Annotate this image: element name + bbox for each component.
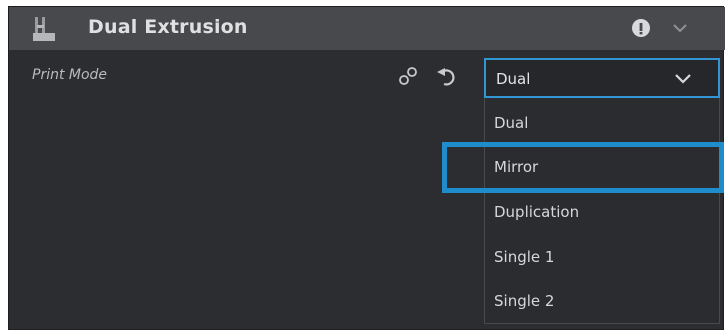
option-single-1[interactable]: Single 1	[485, 236, 719, 280]
print-mode-selected-value: Dual	[496, 70, 531, 88]
print-mode-label: Print Mode	[32, 67, 108, 83]
option-label: Duplication	[494, 203, 580, 221]
chevron-down-icon	[675, 74, 691, 84]
chevron-down-icon[interactable]	[671, 20, 689, 36]
dual-extrusion-panel: Dual Extrusion Print Mode Dual Dual Mirr…	[8, 6, 725, 330]
option-label: Single 2	[494, 292, 555, 310]
option-label: Mirror	[494, 158, 539, 176]
section-title: Dual Extrusion	[88, 16, 248, 38]
option-single-2[interactable]: Single 2	[485, 280, 719, 324]
info-icon[interactable]	[631, 18, 651, 38]
option-duplication[interactable]: Duplication	[485, 191, 719, 235]
print-mode-select[interactable]: Dual	[484, 58, 720, 98]
flask-icon	[33, 17, 55, 41]
reset-icon[interactable]	[436, 66, 458, 86]
option-mirror[interactable]: Mirror	[485, 146, 719, 190]
link-icon[interactable]	[398, 66, 418, 86]
option-label: Single 1	[494, 248, 555, 266]
option-dual[interactable]: Dual	[485, 102, 719, 146]
option-label: Dual	[494, 114, 529, 132]
section-header[interactable]: Dual Extrusion	[9, 7, 725, 50]
print-mode-dropdown-list: Dual Mirror Duplication Single 1 Single …	[484, 98, 720, 324]
